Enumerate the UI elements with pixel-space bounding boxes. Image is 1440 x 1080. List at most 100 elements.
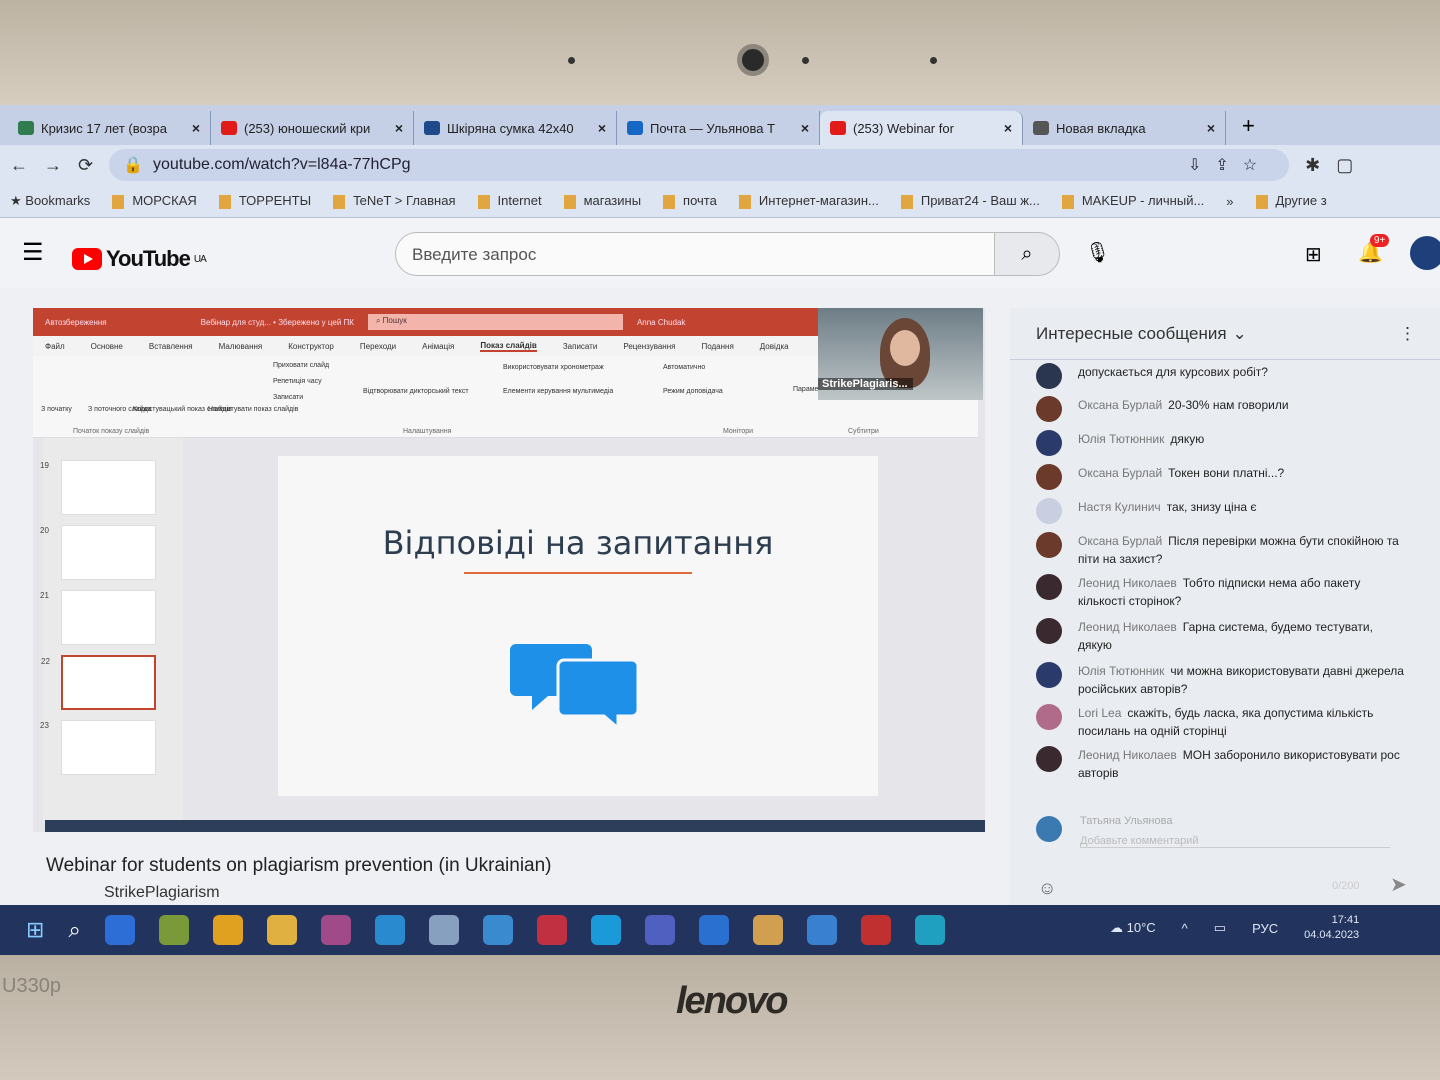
tab-1[interactable]: (253) юношеский кри × [211, 111, 414, 145]
avatar [1036, 532, 1062, 558]
clock-time: 17:41 [1331, 914, 1360, 926]
battery-icon[interactable]: ▭ [1214, 920, 1226, 936]
weather-icon[interactable]: ☁ 10°C [1110, 920, 1156, 936]
taskbar-app-icon[interactable] [266, 915, 297, 945]
chat-input[interactable]: Добавьте комментарий [1080, 835, 1390, 848]
search-button[interactable]: ⌕ [994, 232, 1060, 276]
taskbar-app-icon[interactable] [698, 915, 729, 945]
side-panel-icon[interactable]: ▢ [1336, 155, 1353, 176]
taskbar-app-icon[interactable] [158, 915, 189, 945]
tab-2[interactable]: Шкіряна сумка 42х40 × [414, 111, 617, 145]
slide-thumbnail[interactable]: 22 [41, 655, 156, 710]
windows-start-icon[interactable]: ⊞ [26, 917, 44, 943]
bookmark-item[interactable]: почта [663, 193, 717, 209]
clock[interactable]: 17:41 04.04.2023 [1304, 913, 1359, 943]
bookmark-item[interactable]: » [1226, 194, 1233, 209]
taskbar-app-icon[interactable] [806, 915, 837, 945]
folder-icon [663, 194, 676, 209]
star-icon[interactable]: ⇩⇪☆ [1188, 155, 1271, 175]
lang-indicator[interactable]: РУС [1252, 921, 1278, 936]
bookmark-item[interactable]: Интернет-магазин... [738, 193, 879, 209]
slide-thumbnail[interactable]: 19 [40, 460, 156, 515]
message-author: Юлія Тютюнник [1078, 432, 1165, 446]
ppt-menu-item: Вставлення [148, 341, 193, 351]
message-text: 20-30% нам говорили [1168, 398, 1289, 412]
search-icon[interactable]: ⌕ [68, 917, 80, 943]
taskbar-app-icon[interactable] [374, 915, 405, 945]
close-icon[interactable]: × [395, 120, 403, 136]
brand-logo: lenovo [676, 980, 788, 1022]
ppt-search: ⌕ Пошук [367, 314, 623, 330]
chat-message: допускається для курсових робіт? [1036, 363, 1406, 389]
emoji-icon[interactable]: ☺ [1038, 878, 1056, 899]
taskbar-app-icon[interactable] [752, 915, 783, 945]
tab-5[interactable]: Новая вкладка × [1023, 111, 1226, 145]
avatar[interactable] [1410, 236, 1440, 270]
close-icon[interactable]: × [801, 120, 809, 136]
close-icon[interactable]: × [598, 120, 606, 136]
youtube-logo[interactable]: YouTube UA [72, 246, 207, 272]
chat-header[interactable]: Интересные сообщения ⌄ ⋮ [1010, 308, 1440, 360]
bookmark-label: Internet [497, 193, 542, 209]
message-author: Леонид Николаев [1078, 620, 1177, 634]
close-icon[interactable]: × [192, 120, 200, 136]
create-video-icon[interactable]: ⊞ [1305, 242, 1322, 267]
bookmark-item[interactable]: МОРСКАЯ [112, 193, 197, 209]
slide-thumbnail[interactable]: 20 [40, 525, 156, 580]
bookmark-item[interactable]: ★ Bookmarks [10, 193, 90, 209]
video-player[interactable]: Автозбереження Вебінар для студ... • Збе… [33, 308, 985, 832]
bezel-dot [930, 57, 937, 64]
bookmark-label: » [1226, 193, 1234, 209]
taskbar-app-icon[interactable] [536, 915, 567, 945]
extensions-icon[interactable]: ✱ [1305, 155, 1320, 176]
taskbar-app-icon[interactable] [482, 915, 513, 945]
close-icon[interactable]: × [1004, 120, 1012, 136]
bookmark-item[interactable]: Другие з [1255, 193, 1327, 209]
message-body: Юлія Тютюнник дякую [1078, 430, 1204, 456]
screen: Кризис 17 лет (возра × (253) юношеский кри… [0, 105, 1440, 955]
bookmark-label: почта [683, 193, 717, 209]
taskbar-app-icon[interactable] [320, 915, 351, 945]
avatar [1036, 396, 1062, 422]
bookmark-item[interactable]: TeNeT > Главная [333, 193, 456, 209]
presenter-face [890, 330, 920, 366]
forward-icon[interactable]: → [44, 155, 62, 176]
new-tab-button[interactable]: + [1226, 113, 1255, 145]
taskbar-app-icon[interactable] [644, 915, 675, 945]
chat-message: Lori Lea скажіть, будь ласка, яка допусти… [1036, 704, 1406, 740]
bookmark-item[interactable]: Internet [477, 193, 542, 209]
video-progress-bar[interactable] [45, 820, 985, 832]
message-body: Леонид Николаев Тобто підписки нема або п… [1078, 574, 1406, 610]
taskbar-app-icon[interactable] [914, 915, 945, 945]
more-icon[interactable]: ⋮ [1399, 324, 1416, 344]
taskbar-app-icon[interactable] [104, 915, 135, 945]
avatar [1036, 574, 1062, 600]
message-author: Настя Кулинич [1078, 500, 1161, 514]
bookmark-item[interactable]: Приват24 - Ваш ж... [900, 193, 1040, 209]
url-bar[interactable]: 🔒 youtube.com/watch?v=l84a-77hCPg ⇩⇪☆ [109, 149, 1290, 181]
search-input[interactable]: Введите запрос [395, 232, 995, 276]
tab-3[interactable]: Почта — Ульянова Т × [617, 111, 820, 145]
folder-icon [1255, 194, 1268, 209]
mic-icon[interactable]: 🎙 [1085, 240, 1110, 265]
taskbar-app-icon[interactable] [860, 915, 891, 945]
channel-name[interactable]: StrikePlagiarism [104, 883, 220, 902]
menu-icon[interactable]: ☰ [22, 238, 44, 267]
tray-chevron-icon[interactable]: ^ [1182, 921, 1188, 936]
ribbon-item: Елементи керування мультимедіа [503, 388, 614, 395]
slide-thumbnail[interactable]: 21 [40, 590, 156, 645]
taskbar-app-icon[interactable] [428, 915, 459, 945]
slide-thumbnail[interactable]: 23 [40, 720, 156, 775]
tab-4[interactable]: (253) Webinar for × [820, 111, 1023, 145]
reload-icon[interactable]: ⟳ [78, 155, 93, 176]
tab-0[interactable]: Кризис 17 лет (возра × [8, 111, 211, 145]
close-icon[interactable]: × [1207, 120, 1215, 136]
back-icon[interactable]: ← [10, 155, 28, 176]
ppt-title-bar: Автозбереження Вебінар для студ... • Збе… [33, 308, 823, 336]
bookmark-item[interactable]: магазины [563, 193, 641, 209]
bookmark-item[interactable]: MAKEUP - личный... [1061, 193, 1204, 209]
taskbar-app-icon[interactable] [212, 915, 243, 945]
bookmark-item[interactable]: ТОРРЕНТЫ [218, 193, 311, 209]
taskbar-app-icon[interactable] [590, 915, 621, 945]
send-icon[interactable]: ➤ [1390, 872, 1407, 897]
